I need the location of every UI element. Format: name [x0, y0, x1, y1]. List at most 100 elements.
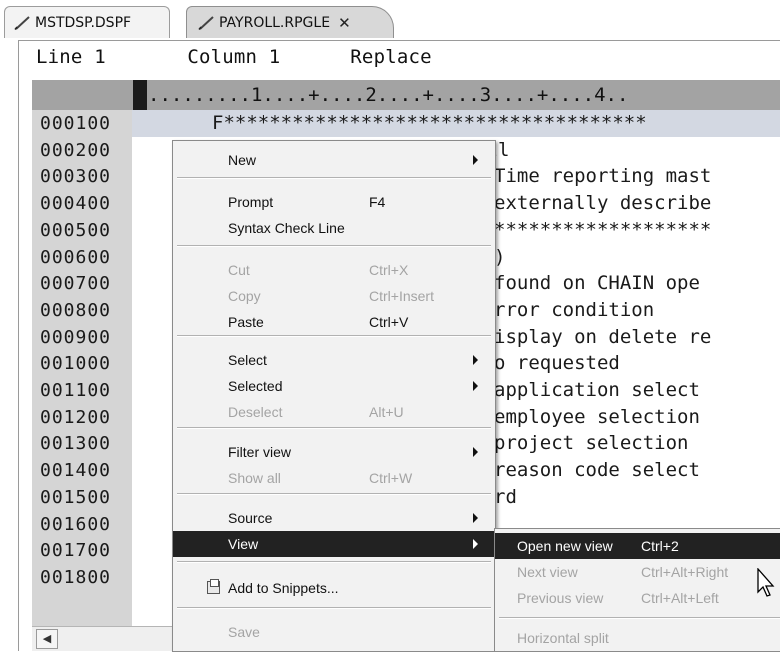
ruler-text: .........1....+....2....+....3....+....4…: [148, 84, 629, 106]
mode-indicator: Replace: [350, 46, 432, 68]
menu-separator: [177, 427, 491, 429]
submenu-arrow-icon: [473, 381, 478, 391]
submenu-item-previous-view[interactable]: Previous view Ctrl+Alt+Left: [495, 585, 780, 611]
menu-item-label: Copy: [228, 288, 261, 304]
menu-item-shortcut: Ctrl+Insert: [369, 288, 434, 304]
code-line[interactable]: found on CHAIN ope: [494, 272, 700, 294]
menu-separator: [177, 561, 491, 563]
tab-mstdsp[interactable]: MSTDSP.DSPF: [4, 6, 170, 38]
sequence-number: 000900: [40, 326, 112, 348]
editor-tab-bar: MSTDSP.DSPF PAYROLL.RPGLE ✕: [0, 0, 780, 40]
code-line[interactable]: reason code select: [494, 459, 700, 481]
code-line[interactable]: rd: [494, 486, 517, 508]
submenu-item-shortcut: Ctrl+2: [641, 538, 679, 554]
menu-item-source[interactable]: Source: [173, 505, 495, 531]
menu-separator: [177, 607, 491, 609]
submenu-item-next-view[interactable]: Next view Ctrl+Alt+Right: [495, 559, 780, 585]
menu-item-filter-view[interactable]: Filter view: [173, 439, 495, 465]
tab-label: MSTDSP.DSPF: [35, 14, 132, 31]
menu-item-show-all[interactable]: Show all Ctrl+W: [173, 465, 495, 491]
ruler-cursor: [133, 80, 147, 110]
menu-item-selected[interactable]: Selected: [173, 373, 495, 399]
code-line[interactable]: *******************: [494, 219, 711, 241]
menu-item-label: Cut: [228, 262, 250, 278]
menu-separator: [499, 617, 780, 619]
sequence-number: 001800: [40, 566, 112, 588]
column-indicator: Column 1: [187, 46, 281, 68]
submenu-item-label: Previous view: [517, 590, 604, 606]
menu-item-prompt[interactable]: Prompt F4: [173, 189, 495, 215]
sequence-number: 000100: [40, 113, 112, 134]
code-line[interactable]: F*************************************: [212, 112, 647, 134]
menu-separator: [177, 245, 491, 247]
submenu-arrow-icon: [473, 513, 478, 523]
code-line[interactable]: application select: [494, 379, 700, 401]
menu-item-add-to-snippets[interactable]: Add to Snippets...: [173, 575, 495, 601]
menu-separator: [177, 493, 491, 495]
code-line[interactable]: o requested: [494, 352, 620, 374]
menu-item-shortcut: F4: [369, 194, 386, 210]
submenu-item-label: Horizontal split: [517, 630, 609, 646]
sequence-number: 001300: [40, 433, 112, 455]
context-menu: New Prompt F4 Syntax Check Line Cut Ctrl+X Cop…: [172, 140, 496, 652]
code-line[interactable]: isplay on delete re: [494, 326, 711, 348]
menu-item-label: Deselect: [228, 404, 283, 420]
menu-item-shortcut: Ctrl+W: [369, 470, 413, 486]
code-line[interactable]: Time reporting mast: [494, 165, 711, 187]
submenu-item-label: Open new view: [517, 538, 613, 554]
sequence-number: 000600: [40, 246, 112, 268]
menu-item-label: Add to Snippets...: [228, 580, 339, 596]
tab-label: PAYROLL.RPGLE: [219, 14, 331, 31]
sequence-number: 001500: [40, 486, 112, 508]
sequence-number: 001200: [40, 406, 112, 428]
snippets-icon: [207, 579, 220, 594]
mouse-pointer-icon: [757, 568, 775, 597]
menu-separator: [177, 177, 491, 179]
sequence-number: 001600: [40, 513, 112, 535]
code-line[interactable]: employee selection: [494, 406, 700, 428]
menu-item-new[interactable]: New: [173, 147, 495, 173]
menu-item-label: View: [228, 536, 259, 552]
pencil-icon: [198, 15, 214, 30]
submenu-item-label: Next view: [517, 564, 578, 580]
code-line[interactable]: project selection: [494, 432, 688, 454]
sequence-number: 000800: [40, 299, 112, 321]
menu-item-label: Save: [228, 624, 260, 640]
submenu-arrow-icon: [473, 155, 478, 165]
code-line[interactable]: externally describe: [494, 192, 711, 214]
submenu-arrow-icon: [473, 447, 478, 457]
submenu-item-shortcut: Ctrl+Alt+Left: [641, 590, 719, 606]
sequence-number: 001400: [40, 460, 112, 482]
menu-item-label: Paste: [228, 314, 264, 330]
tab-payroll[interactable]: PAYROLL.RPGLE ✕: [186, 6, 394, 38]
menu-item-syntax-check-line[interactable]: Syntax Check Line: [173, 215, 495, 241]
menu-item-shortcut: Ctrl+X: [369, 262, 409, 278]
menu-item-select[interactable]: Select: [173, 347, 495, 373]
menu-item-deselect[interactable]: Deselect Alt+U: [173, 399, 495, 425]
code-line[interactable]: rror condition: [494, 299, 654, 321]
menu-separator: [177, 335, 491, 337]
close-icon[interactable]: ✕: [338, 14, 351, 32]
sequence-number: 000500: [40, 219, 112, 241]
sequence-number: 000300: [40, 166, 112, 188]
menu-item-save[interactable]: Save: [173, 619, 495, 645]
menu-item-view[interactable]: View: [173, 531, 495, 557]
line-indicator: Line 1: [36, 46, 106, 68]
sequence-number: 000400: [40, 193, 112, 215]
pencil-icon: [14, 15, 30, 30]
menu-item-paste[interactable]: Paste Ctrl+V: [173, 309, 495, 335]
menu-item-label: Show all: [228, 470, 281, 486]
submenu-item-open-new-view[interactable]: Open new view Ctrl+2: [495, 533, 780, 559]
menu-item-label: Selected: [228, 378, 283, 394]
menu-item-label: Prompt: [228, 194, 274, 210]
menu-item-shortcut: Alt+U: [369, 404, 404, 420]
editor-status-line: Line 1 Column 1 Replace: [36, 46, 432, 68]
sequence-number: 000700: [40, 273, 112, 295]
menu-item-cut[interactable]: Cut Ctrl+X: [173, 257, 495, 283]
sequence-number: 000200: [40, 139, 112, 161]
sequence-number: 001700: [40, 540, 112, 562]
scroll-left-icon[interactable]: ◀: [36, 629, 58, 649]
submenu-arrow-icon: [473, 539, 478, 549]
submenu-item-horizontal-split[interactable]: Horizontal split: [495, 625, 780, 651]
menu-item-copy[interactable]: Copy Ctrl+Insert: [173, 283, 495, 309]
